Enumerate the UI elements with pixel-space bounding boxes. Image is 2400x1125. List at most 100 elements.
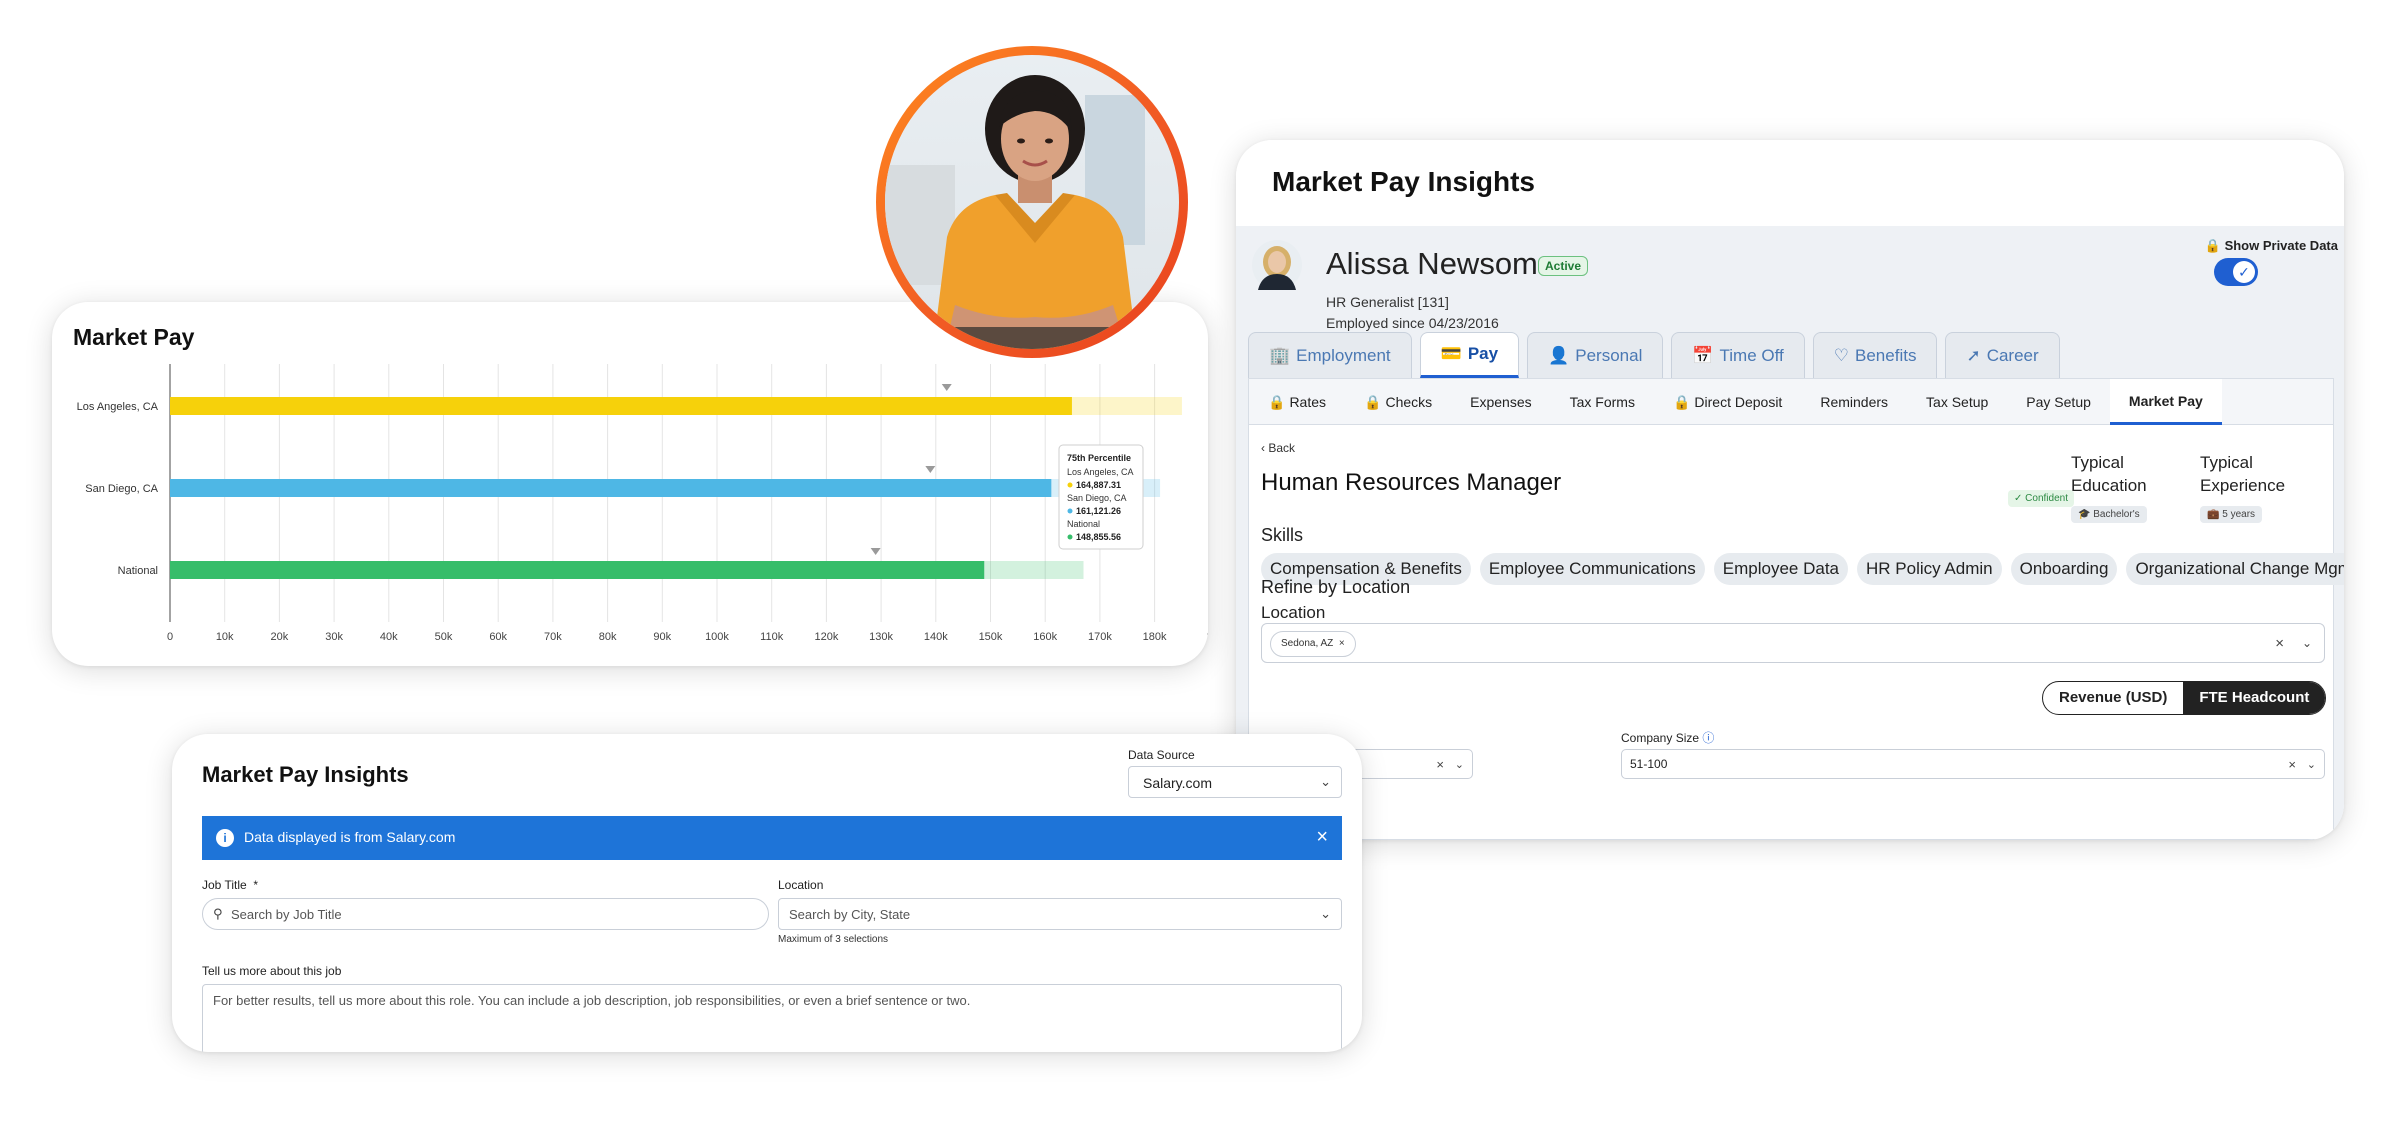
subtab-market-pay[interactable]: Market Pay	[2109, 379, 2222, 425]
graduation-cap-icon: 🎓	[2078, 509, 2091, 520]
data-source-label: Data Source	[1128, 748, 1195, 762]
chevron-down-icon[interactable]: ⌄	[2307, 750, 2316, 778]
typical-experience-label: Typical Experience	[2200, 453, 2286, 495]
person-icon: 👤	[1548, 345, 1570, 365]
x-tick-label: 140k	[924, 631, 948, 643]
employee-role: HR Generalist [131]	[1326, 294, 1449, 310]
chevron-down-icon: ⌄	[1320, 774, 1331, 789]
marker-triangle	[941, 384, 952, 391]
x-tick-label: 30k	[325, 631, 343, 643]
typical-education-label: Typical Education	[2071, 453, 2147, 495]
heart-icon: ♡	[1833, 345, 1850, 365]
about-job-textarea[interactable]: For better results, tell us more about t…	[202, 984, 1342, 1052]
x-tick-label: 90k	[653, 631, 671, 643]
lock-icon: 🔒	[2204, 238, 2221, 253]
revenue-option[interactable]: Revenue (USD)	[2043, 682, 2183, 714]
subtab-checks[interactable]: 🔒 Checks	[1345, 379, 1451, 425]
info-banner: i Data displayed is from Salary.com ×	[202, 816, 1342, 860]
x-tick-label: 80k	[599, 631, 617, 643]
tab-benefits[interactable]: ♡ Benefits	[1812, 332, 1938, 378]
tab-employment[interactable]: 🏢 Employment	[1248, 332, 1412, 378]
x-tick-label: 170k	[1088, 631, 1112, 643]
location-input[interactable]: Sedona, AZ × × ⌄	[1261, 623, 2325, 663]
tooltip-title: 75th Percentile	[1067, 453, 1131, 463]
company-size-select[interactable]: 51-100 × ⌄	[1621, 749, 2325, 779]
subtab-rates[interactable]: 🔒 Rates	[1249, 379, 1345, 425]
chevron-left-icon: ‹	[1261, 441, 1265, 455]
chevron-down-icon: ⌄	[1320, 906, 1331, 921]
info-icon[interactable]: ⓘ	[1702, 731, 1714, 745]
tooltip-row-label: Los Angeles, CA	[1067, 467, 1134, 477]
close-icon[interactable]: ×	[1316, 826, 1328, 849]
x-tick-label: 10k	[216, 631, 234, 643]
subtab-pay-setup[interactable]: Pay Setup	[2007, 379, 2110, 425]
remove-icon[interactable]: ×	[1336, 638, 1345, 649]
profile-portrait	[876, 46, 1188, 358]
rocket-icon: ➚	[1966, 345, 1981, 365]
category-label: National	[118, 565, 158, 577]
value-bar	[170, 397, 1072, 415]
location-chip[interactable]: Sedona, AZ ×	[1270, 631, 1356, 657]
insights-title: Market Pay Insights	[1272, 166, 1535, 197]
location-select[interactable]: Search by City, State ⌄	[778, 898, 1342, 930]
show-private-toggle[interactable]: ✓	[2214, 258, 2258, 286]
skill-chip: Employee Data	[1713, 553, 1848, 585]
calendar-icon: 📅	[1692, 345, 1714, 365]
tooltip-row-value: 161,121.26	[1076, 506, 1121, 516]
job-title-search[interactable]: ⚲ Search by Job Title	[202, 898, 769, 930]
employee-avatar	[1252, 240, 1302, 290]
tooltip-row-value: 148,855.56	[1076, 532, 1121, 542]
data-source-select[interactable]: Salary.com ⌄	[1128, 766, 1342, 798]
subtab-direct-deposit[interactable]: 🔒 Direct Deposit	[1654, 379, 1801, 425]
tab-career[interactable]: ➚ Career	[1945, 332, 2060, 378]
x-tick-label: 150k	[979, 631, 1003, 643]
tab-personal[interactable]: 👤 Personal	[1527, 332, 1664, 378]
skill-chip: HR Policy Admin	[1857, 553, 2002, 585]
fte-headcount-option[interactable]: FTE Headcount	[2183, 682, 2326, 714]
check-icon: ✓	[2233, 261, 2255, 283]
woman-portrait-illustration	[885, 75, 1179, 349]
form-title: Market Pay Insights	[202, 762, 409, 787]
market-pay-panel: 🔒 Rates 🔒 Checks Expenses Tax Forms 🔒 Direc…	[1237, 378, 2344, 840]
employee-since: Employed since 04/23/2016	[1326, 315, 1499, 331]
location-hint: Maximum of 3 selections	[778, 934, 889, 945]
clear-icon[interactable]: ×	[1436, 750, 1444, 778]
tooltip-row-label: National	[1067, 519, 1100, 529]
tab-pay[interactable]: 💳 Pay	[1419, 332, 1520, 378]
value-bar	[170, 561, 985, 579]
marker-triangle	[870, 548, 881, 555]
marker-triangle	[925, 466, 936, 473]
building-icon: 🏢	[1269, 345, 1291, 365]
subtab-expenses[interactable]: Expenses	[1451, 379, 1550, 425]
skill-chip: Organizational Change Mgmt	[2126, 553, 2344, 585]
clear-icon[interactable]: ×	[2275, 624, 2284, 662]
education-chip: 🎓 Bachelor's	[2071, 506, 2147, 523]
search-icon: ⚲	[213, 906, 223, 921]
status-badge: Active	[1538, 256, 1589, 276]
value-bar	[170, 479, 1052, 497]
info-icon: i	[216, 829, 234, 847]
subtab-reminders[interactable]: Reminders	[1801, 379, 1907, 425]
x-tick-label: 0	[167, 631, 173, 643]
employee-name: Alissa Newsome	[1326, 246, 1556, 281]
main-tabs: 🏢 Employment 💳 Pay 👤 Personal 📅 Time Off ♡ Be…	[1248, 332, 2060, 378]
company-size-label: Company Size ⓘ	[1621, 731, 1715, 745]
tab-time-off[interactable]: 📅 Time Off	[1671, 332, 1805, 378]
chevron-down-icon[interactable]: ⌄	[2302, 624, 2312, 662]
x-tick-label: 160k	[1033, 631, 1057, 643]
skills-label: Skills	[1261, 525, 1304, 545]
subtab-tax-setup[interactable]: Tax Setup	[1907, 379, 2007, 425]
chevron-down-icon[interactable]: ⌄	[1455, 750, 1464, 778]
subtab-tax-forms[interactable]: Tax Forms	[1551, 379, 1654, 425]
x-tick-label: 120k	[814, 631, 838, 643]
clear-icon[interactable]: ×	[2288, 750, 2296, 778]
x-tick-label: 100k	[705, 631, 729, 643]
x-tick-label: 70k	[544, 631, 562, 643]
category-label: Los Angeles, CA	[77, 401, 159, 413]
insights-card: Market Pay Insights Alissa Newsome Activ…	[1236, 140, 2344, 840]
x-tick-label: 20k	[271, 631, 289, 643]
category-label: San Diego, CA	[85, 483, 158, 495]
lock-icon: 🔒	[1672, 393, 1691, 410]
tooltip-swatch	[1067, 534, 1073, 540]
back-link[interactable]: ‹ Back	[1261, 441, 1295, 455]
